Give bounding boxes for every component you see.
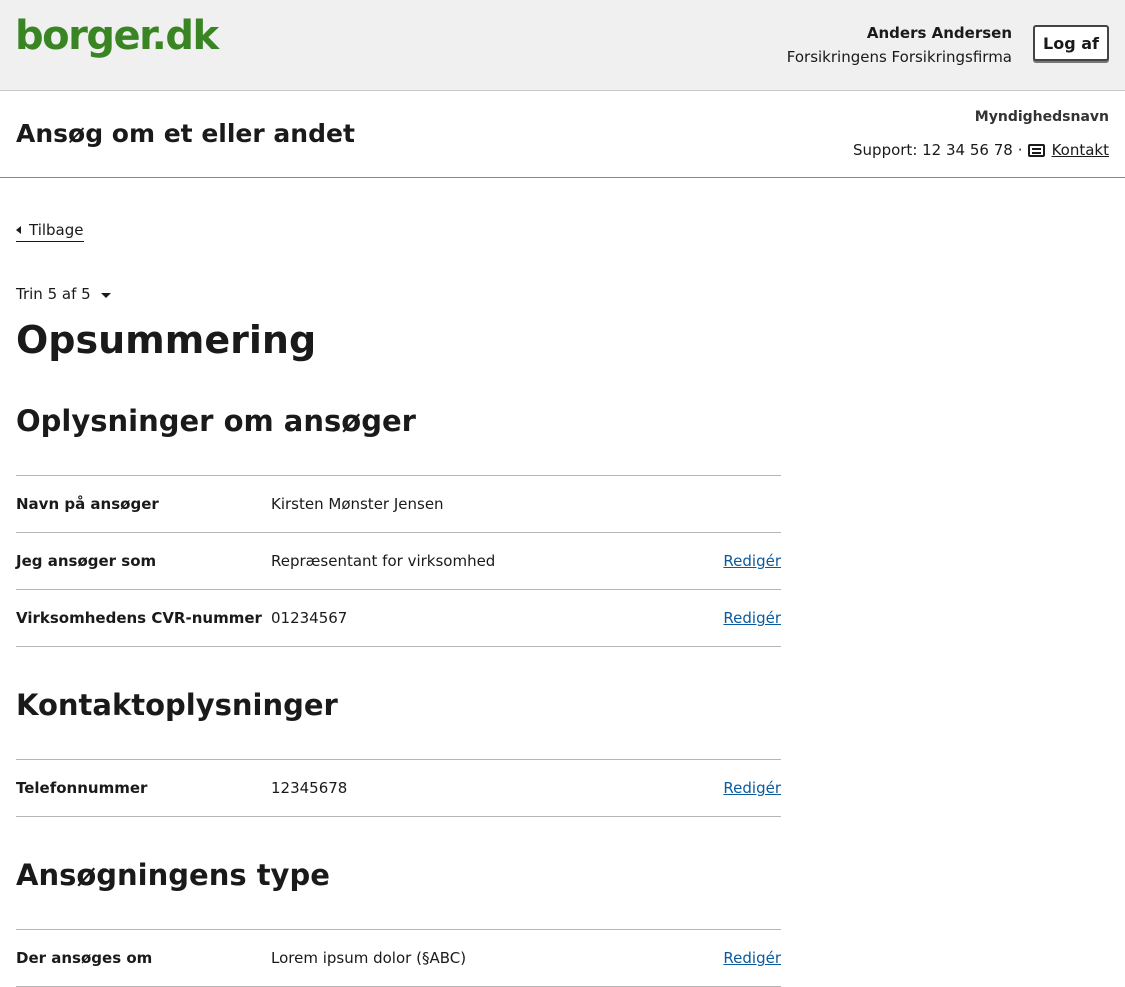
section-title-applicant: Oplysninger om ansøger <box>16 404 416 438</box>
contact-icon <box>1027 143 1045 157</box>
row-label: Jeg ansøger som <box>16 552 157 570</box>
authority-name: Myndighedsnavn <box>974 109 1109 125</box>
row-label: Der ansøges om <box>16 949 153 967</box>
row-label: Telefonnummer <box>16 779 148 797</box>
user-name: Anders Andersen <box>866 24 1012 42</box>
row-value: Kirsten Mønster Jensen <box>271 495 444 513</box>
summary-table-contact: Telefonnummer 12345678 Redigér <box>16 759 781 817</box>
support-info: Support: 12 34 56 78 · Kontakt <box>853 141 1109 159</box>
step-label: Trin 5 af 5 <box>16 285 91 303</box>
summary-row: Der ansøges om Lorem ipsum dolor (§ABC) … <box>16 930 781 987</box>
service-title: Ansøg om et eller andet <box>16 119 355 148</box>
logout-button[interactable]: Log af <box>1033 25 1109 61</box>
summary-row: Telefonnummer 12345678 Redigér <box>16 760 781 817</box>
edit-link[interactable]: Redigér <box>723 609 781 627</box>
summary-row: Virksomhedens CVR-nummer 01234567 Redigé… <box>16 590 781 647</box>
section-title-application-type: Ansøgningens type <box>16 858 330 892</box>
row-value: Repræsentant for virksomhed <box>271 552 496 570</box>
edit-link[interactable]: Redigér <box>723 552 781 570</box>
top-bar: borger.dk Anders Andersen Forsikringens … <box>0 0 1125 91</box>
row-label: Virksomhedens CVR-nummer <box>16 609 262 627</box>
user-organization: Forsikringens Forsikringsfirma <box>786 48 1012 66</box>
back-arrow-icon <box>16 226 21 234</box>
edit-link[interactable]: Redigér <box>723 949 781 967</box>
summary-row: Jeg ansøger som Repræsentant for virksom… <box>16 533 781 590</box>
page-title: Opsummering <box>16 318 317 362</box>
support-phone: Support: 12 34 56 78 <box>853 141 1013 159</box>
support-separator: · <box>1017 141 1023 159</box>
summary-table-application-type: Der ansøges om Lorem ipsum dolor (§ABC) … <box>16 929 781 987</box>
back-link[interactable]: Tilbage <box>16 221 84 242</box>
row-value: 12345678 <box>271 779 348 797</box>
caret-down-icon <box>100 292 111 298</box>
row-value: Lorem ipsum dolor (§ABC) <box>271 949 467 967</box>
back-label: Tilbage <box>29 221 84 239</box>
step-indicator[interactable]: Trin 5 af 5 <box>16 285 111 303</box>
summary-row: Navn på ansøger Kirsten Mønster Jensen <box>16 476 781 533</box>
service-header: Ansøg om et eller andet Myndighedsnavn S… <box>0 91 1125 178</box>
contact-link[interactable]: Kontakt <box>1052 141 1109 159</box>
user-info: Anders Andersen Forsikringens Forsikring… <box>787 22 1012 68</box>
row-value: 01234567 <box>271 609 348 627</box>
summary-table-applicant: Navn på ansøger Kirsten Mønster Jensen J… <box>16 475 781 647</box>
section-title-contact: Kontaktoplysninger <box>16 688 338 722</box>
borger-dk-logo[interactable]: borger.dk <box>15 16 219 56</box>
edit-link[interactable]: Redigér <box>723 779 781 797</box>
row-label: Navn på ansøger <box>16 495 159 513</box>
